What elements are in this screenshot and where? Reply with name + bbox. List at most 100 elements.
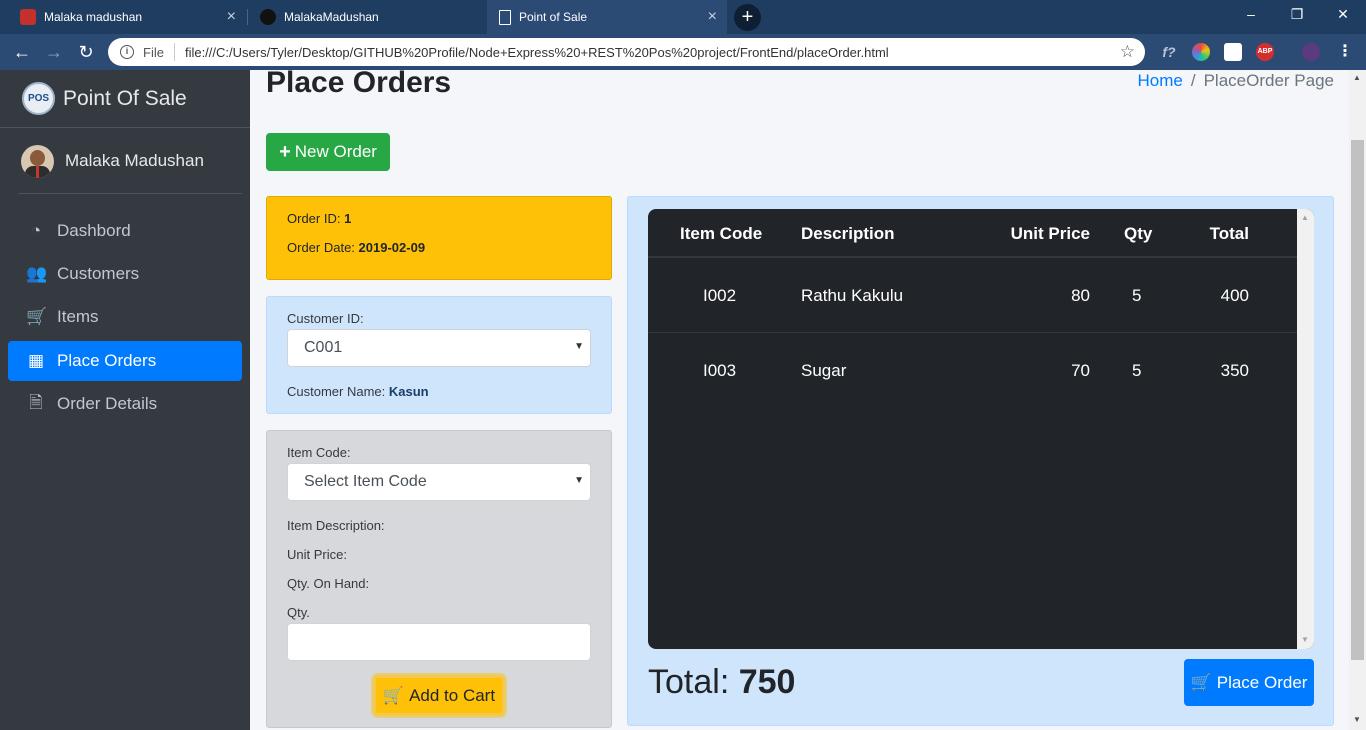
- user-panel[interactable]: Malaka Madushan: [18, 128, 242, 194]
- cart-card: Item Code Description Unit Price Qty Tot…: [627, 196, 1334, 726]
- cell-description: Sugar: [801, 361, 847, 380]
- scroll-up-icon[interactable]: ▲: [1301, 213, 1309, 222]
- qty-label: Qty.: [287, 605, 310, 620]
- scroll-up-icon[interactable]: ▲: [1353, 73, 1361, 82]
- item-code-select[interactable]: Select Item Code ▼: [287, 463, 591, 501]
- sidebar-item-label: Items: [57, 307, 99, 326]
- user-name: Malaka Madushan: [65, 151, 204, 170]
- page-scrollbar[interactable]: ▲ ▼: [1349, 70, 1366, 730]
- chevron-down-icon: ▼: [574, 341, 584, 352]
- new-tab-button[interactable]: +: [734, 4, 761, 31]
- customer-id-select[interactable]: C001 ▼: [287, 329, 591, 367]
- grid-icon: ▦: [27, 351, 45, 370]
- cart-table: Item Code Description Unit Price Qty Tot…: [648, 209, 1314, 649]
- scrollbar-thumb[interactable]: [1351, 140, 1364, 660]
- minimize-icon[interactable]: –: [1243, 6, 1259, 22]
- header-item-code: Item Code: [680, 224, 763, 243]
- close-window-icon[interactable]: ✕: [1335, 6, 1351, 23]
- sidebar-item-label: Place Orders: [57, 351, 157, 370]
- red-mascot-icon: [20, 9, 36, 25]
- adblock-icon[interactable]: ABP: [1256, 43, 1274, 61]
- order-id-row: Order ID: 1: [287, 211, 591, 240]
- address-url: file:///C:/Users/Tyler/Desktop/GITHUB%20…: [184, 44, 889, 60]
- cart-icon: 🛒: [1190, 672, 1212, 692]
- page-icon: [499, 9, 511, 25]
- users-icon: 👥: [26, 264, 48, 283]
- tachometer-icon: ◔: [30, 221, 42, 240]
- table-row[interactable]: I002 Rathu Kakulu 80 5 400: [648, 258, 1297, 333]
- customer-name-label: Customer Name:: [287, 384, 386, 399]
- brand-link[interactable]: POS Point Of Sale: [0, 70, 250, 128]
- header-qty: Qty: [1124, 224, 1153, 243]
- sidebar-item-label: Dashbord: [57, 221, 131, 240]
- header-unit-price: Unit Price: [1010, 224, 1090, 243]
- tab-title: Malaka madushan: [44, 10, 143, 24]
- add-to-cart-button[interactable]: 🛒 Add to Cart: [373, 675, 505, 716]
- total-label: Total:: [648, 663, 730, 701]
- document-icon: 🗎: [29, 392, 43, 412]
- qty-on-hand-label: Qty. On Hand:: [287, 576, 370, 591]
- cell-description: Rathu Kakulu: [801, 286, 904, 305]
- sidebar-item-label: Order Details: [57, 394, 158, 413]
- cell-qty: 5: [1132, 286, 1142, 305]
- table-scrollbar[interactable]: ▲ ▼: [1297, 209, 1314, 649]
- tab-title: MalakaMadushan: [284, 10, 379, 24]
- customer-card: Customer ID: C001 ▼ Customer Name: Kasun: [266, 296, 612, 414]
- sidebar-item-dashboard[interactable]: ◔ Dashbord: [8, 211, 242, 251]
- scroll-down-icon[interactable]: ▼: [1353, 715, 1361, 724]
- browser-toolbar: ← → ↻ i File file:///C:/Users/Tyler/Desk…: [0, 34, 1366, 70]
- order-total: Total: 750: [648, 663, 795, 702]
- menu-dots-icon[interactable]: ⋮: [1336, 43, 1354, 61]
- table-header-row: Item Code Description Unit Price Qty Tot…: [648, 209, 1297, 258]
- header-total: Total: [1209, 224, 1249, 243]
- glasses-icon[interactable]: [1224, 43, 1242, 61]
- forward-icon[interactable]: →: [42, 40, 66, 64]
- color-wheel-icon[interactable]: [1192, 43, 1210, 61]
- browser-tab-bar: Malaka madushan × MalakaMadushan Point o…: [0, 0, 1366, 34]
- table-row[interactable]: I003 Sugar 70 5 350: [648, 333, 1297, 408]
- new-order-button[interactable]: + New Order: [266, 133, 390, 171]
- profile-avatar-icon[interactable]: [1302, 43, 1320, 61]
- item-code-placeholder: Select Item Code: [304, 473, 427, 490]
- restore-icon[interactable]: ❐: [1289, 6, 1305, 23]
- reload-icon[interactable]: ↻: [74, 40, 98, 64]
- order-date-row: Order Date: 2019-02-09: [287, 240, 591, 269]
- address-bar[interactable]: i File file:///C:/Users/Tyler/Desktop/GI…: [108, 38, 1145, 66]
- page-title: Place Orders: [266, 66, 452, 99]
- total-value: 750: [738, 663, 796, 701]
- breadcrumb: Home / PlaceOrder Page: [1138, 71, 1335, 91]
- sidebar-item-order-details[interactable]: 🗎 Order Details: [8, 384, 242, 424]
- scroll-down-icon[interactable]: ▼: [1301, 635, 1309, 644]
- sidebar: POS Point Of Sale Malaka Madushan ◔ Dash…: [0, 70, 250, 730]
- close-tab-icon[interactable]: ×: [227, 9, 236, 25]
- breadcrumb-current: PlaceOrder Page: [1203, 71, 1334, 90]
- sidebar-item-customers[interactable]: 👥 Customers: [8, 254, 242, 294]
- browser-tab-2[interactable]: MalakaMadushan: [248, 0, 486, 34]
- pos-logo: POS: [22, 82, 55, 115]
- cart-icon: 🛒: [382, 685, 405, 705]
- font-ext-icon[interactable]: f?: [1160, 43, 1178, 61]
- place-order-button[interactable]: 🛒 Place Order: [1184, 659, 1314, 706]
- chevron-down-icon: ▼: [574, 475, 584, 486]
- info-icon[interactable]: i: [120, 45, 134, 59]
- cell-item-code: I002: [703, 286, 737, 305]
- browser-tab-1[interactable]: Malaka madushan ×: [8, 0, 246, 34]
- place-order-label: Place Order: [1216, 672, 1308, 692]
- cell-qty: 5: [1132, 361, 1142, 380]
- customer-name-value: Kasun: [388, 384, 429, 399]
- breadcrumb-home-link[interactable]: Home: [1138, 71, 1183, 91]
- order-id-value: 1: [344, 211, 352, 226]
- unit-price-label: Unit Price:: [287, 547, 347, 562]
- order-date-label: Order Date:: [287, 240, 355, 255]
- scheme-label: File: [143, 44, 164, 60]
- sidebar-item-items[interactable]: 🛒 Items: [8, 297, 242, 337]
- bookmark-star-icon[interactable]: ☆: [1120, 42, 1135, 62]
- qty-input[interactable]: [287, 623, 591, 661]
- back-icon[interactable]: ←: [10, 40, 34, 64]
- tab-title: Point of Sale: [519, 10, 588, 24]
- close-tab-icon[interactable]: ×: [708, 9, 717, 25]
- sidebar-item-label: Customers: [57, 264, 140, 283]
- sidebar-item-place-orders[interactable]: ▦ Place Orders: [8, 341, 242, 381]
- breadcrumb-separator: /: [1190, 71, 1196, 90]
- browser-tab-3-active[interactable]: Point of Sale ×: [487, 0, 727, 34]
